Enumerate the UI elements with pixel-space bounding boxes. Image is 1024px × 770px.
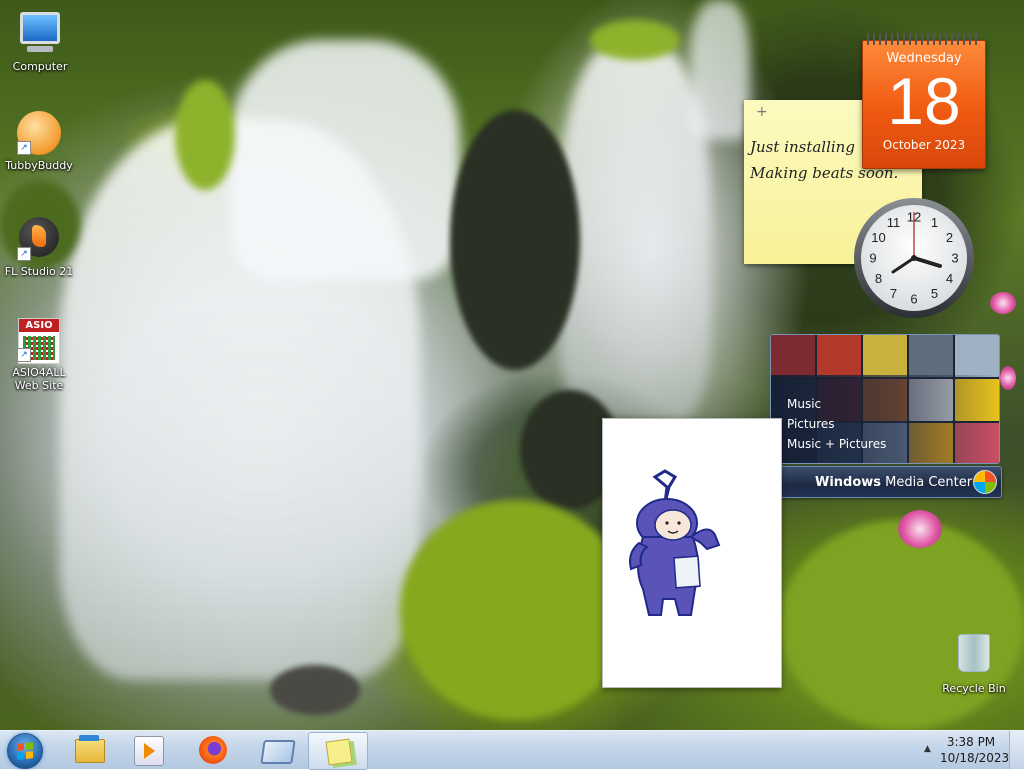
clock-center-pin xyxy=(911,255,917,261)
waterfall-top-right xyxy=(690,0,750,140)
add-note-button[interactable]: + xyxy=(756,104,768,120)
moss xyxy=(590,20,680,60)
clock-numeral: 7 xyxy=(890,286,897,301)
clock-numeral: 11 xyxy=(887,215,901,230)
taskbar-firefox[interactable] xyxy=(184,732,242,768)
media-center-panel[interactable]: Music Pictures Music + Pictures xyxy=(770,334,1000,464)
moss xyxy=(780,520,1024,730)
clock-gadget[interactable]: 12 1234567891011 xyxy=(852,196,976,320)
start-button[interactable] xyxy=(7,733,43,769)
desktop-icon-recycle-bin[interactable]: Recycle Bin xyxy=(936,630,1012,695)
calendar-month-year: October 2023 xyxy=(882,138,966,152)
moss xyxy=(175,80,235,190)
rhododendron-flower xyxy=(990,292,1016,314)
media-center-title: Windows Media Center xyxy=(815,475,973,490)
desktop-icon-tubbybuddy[interactable]: ↗ TubbyBuddy xyxy=(1,111,77,172)
teletubby-picture xyxy=(629,469,721,616)
desktop-icon-label: Computer xyxy=(12,60,68,73)
windows-orb-icon xyxy=(973,470,997,494)
taskbar-clock[interactable]: 3:38 PM 10/18/2023 xyxy=(940,734,1010,766)
folder-icon xyxy=(75,735,105,763)
desktop-icon-computer[interactable]: Computer xyxy=(2,8,78,73)
shortcut-arrow-icon: ↗ xyxy=(17,141,31,155)
clock-numeral: 6 xyxy=(910,292,917,307)
rhododendron-flower xyxy=(898,510,942,548)
clock-numeral: 1 xyxy=(931,215,938,230)
asio4all-icon: ASIO ↗ xyxy=(17,318,61,364)
waterfall-right xyxy=(560,40,710,420)
desktop-icon-label: TubbyBuddy xyxy=(5,159,73,172)
moss xyxy=(400,500,630,720)
rhododendron-flower xyxy=(1000,366,1016,390)
taskbar-windows-explorer[interactable] xyxy=(60,732,118,768)
media-center-item-pictures[interactable]: Pictures xyxy=(787,417,835,431)
calendar-day: 18 xyxy=(887,64,961,138)
calendar-binding-rings xyxy=(867,33,981,45)
desktop-icon-label: FL Studio 21 xyxy=(4,265,74,278)
clock-numeral: 5 xyxy=(931,286,938,301)
asio-badge: ASIO xyxy=(19,319,59,332)
fl-studio-icon: ↗ xyxy=(17,217,61,261)
computer-icon xyxy=(18,12,62,56)
calendar-gadget[interactable]: Wednesday 18 October 2023 xyxy=(862,33,986,169)
desktop-icon-asio4all[interactable]: ASIO ↗ ASIO4ALL Web Site xyxy=(1,318,77,392)
monitor-icon xyxy=(260,740,296,764)
desktop-icon-fl-studio[interactable]: ↗ FL Studio 21 xyxy=(1,215,77,278)
clock-numeral: 4 xyxy=(946,271,953,286)
sticky-notes-icon xyxy=(325,738,353,766)
shortcut-arrow-icon: ↗ xyxy=(17,247,31,261)
desktop-icon-label: Recycle Bin xyxy=(942,682,1006,695)
media-player-icon xyxy=(134,736,164,766)
windows-logo-icon xyxy=(17,742,33,760)
media-center-item-music[interactable]: Music xyxy=(787,397,821,411)
taskbar-monitor-app[interactable] xyxy=(247,732,305,768)
show-desktop-button[interactable] xyxy=(1009,731,1024,769)
recycle-bin-icon xyxy=(952,634,996,678)
picture-frame-gadget[interactable] xyxy=(602,418,782,688)
clock-numeral: 2 xyxy=(946,230,953,245)
taskbar-sticky-notes[interactable] xyxy=(308,732,368,770)
taskbar-windows-media-player[interactable] xyxy=(119,732,177,768)
desktop-icon-label: ASIO4ALL Web Site xyxy=(12,366,66,392)
media-center-item-music-pictures[interactable]: Music + Pictures xyxy=(787,437,886,451)
rock xyxy=(450,110,580,370)
windows-media-center-launcher[interactable]: Windows Media Center xyxy=(768,466,1002,498)
tubbybuddy-icon: ↗ xyxy=(17,111,61,155)
waterfall-top xyxy=(230,40,460,280)
clock-numeral: 9 xyxy=(869,251,876,266)
clock-numeral: 10 xyxy=(871,230,885,245)
taskbar-date: 10/18/2023 xyxy=(940,751,1010,765)
rock xyxy=(270,665,360,715)
firefox-icon xyxy=(199,736,227,764)
show-hidden-icons-button[interactable]: ▲ xyxy=(924,744,931,754)
clock-numeral: 8 xyxy=(875,271,882,286)
taskbar: ▲ 3:38 PM 10/18/2023 xyxy=(0,730,1024,770)
clock-numeral: 3 xyxy=(951,251,958,266)
shortcut-arrow-icon: ↗ xyxy=(17,348,31,362)
taskbar-time: 3:38 PM xyxy=(946,735,996,749)
